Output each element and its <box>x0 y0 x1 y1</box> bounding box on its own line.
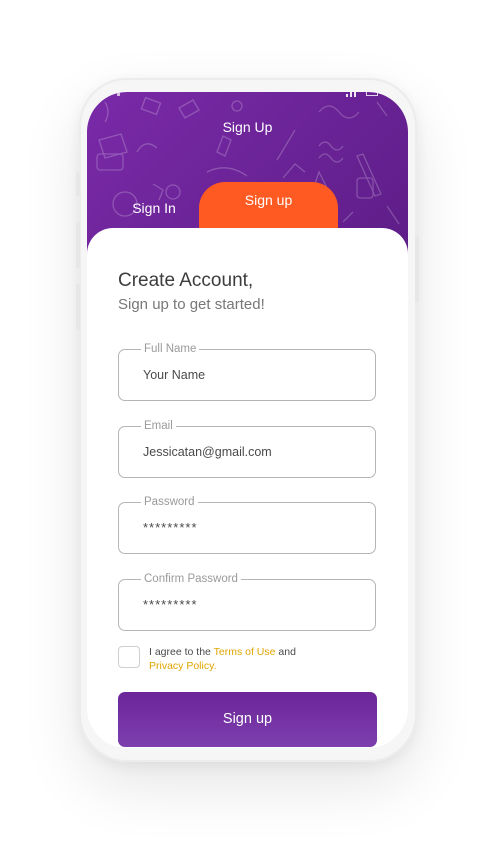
privacy-policy-link[interactable]: Privacy Policy <box>149 660 214 672</box>
password-label: Password <box>141 494 198 510</box>
agreement-middle: and <box>275 646 296 658</box>
phone-volume-down-button <box>76 284 80 330</box>
tab-sign-in[interactable]: Sign In <box>111 200 197 216</box>
agreement-suffix: . <box>213 660 217 672</box>
password-value: ********* <box>143 520 198 535</box>
email-field[interactable]: Email Jessicatan@gmail.com <box>118 418 376 478</box>
confirm-password-label: Confirm Password <box>141 571 241 587</box>
email-label: Email <box>141 418 176 434</box>
confirm-password-field[interactable]: Confirm Password ********* <box>118 571 376 631</box>
page-title: Create Account, <box>118 270 254 291</box>
sign-up-button[interactable]: Sign up <box>118 692 377 747</box>
cellular-bars-icon <box>346 92 356 97</box>
page-subtitle: Sign up to get started! <box>118 296 265 313</box>
agreement-prefix: I agree to the <box>149 646 214 658</box>
full-name-value: Your Name <box>143 368 206 382</box>
signal-icon <box>117 92 120 96</box>
app-screen: Sign Up Sign In Sign up Create Account, … <box>87 92 408 748</box>
battery-icon <box>366 92 378 96</box>
confirm-password-value: ********* <box>143 597 198 612</box>
header-title: Sign Up <box>222 119 273 135</box>
phone-power-button <box>415 236 419 302</box>
password-field[interactable]: Password ********* <box>118 494 376 554</box>
email-value: Jessicatan@gmail.com <box>143 445 272 459</box>
full-name-label: Full Name <box>141 341 200 357</box>
signup-card: Create Account, Sign up to get started! … <box>87 228 408 748</box>
phone-side-button <box>76 172 80 196</box>
terms-of-use-link[interactable]: Terms of Use <box>214 646 276 658</box>
full-name-field[interactable]: Full Name Your Name <box>118 341 376 401</box>
agreement-text: I agree to the Terms of Use and Privacy … <box>149 645 349 673</box>
phone-volume-up-button <box>76 222 80 268</box>
agree-checkbox[interactable] <box>118 646 140 668</box>
status-bar <box>111 92 384 100</box>
